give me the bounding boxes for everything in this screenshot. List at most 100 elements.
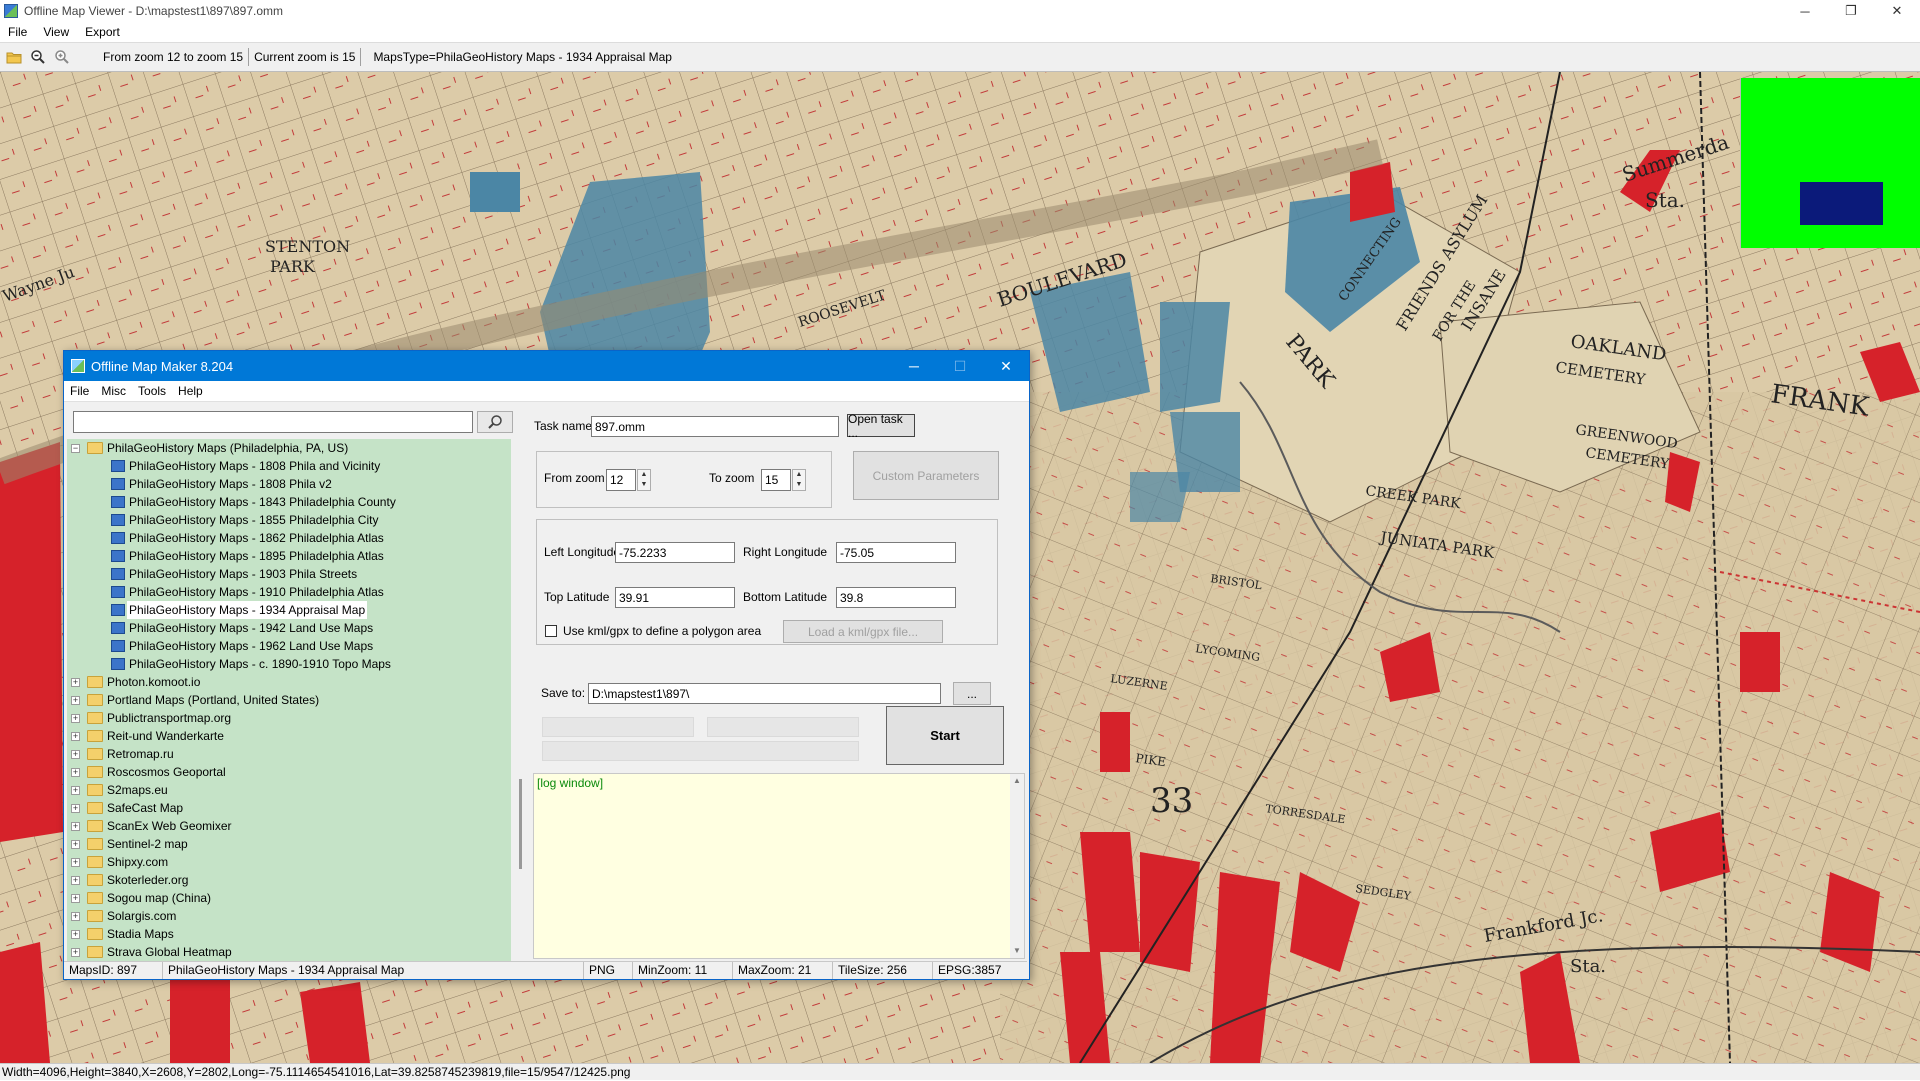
dialog-close-button[interactable]: ✕ bbox=[983, 351, 1029, 381]
dialog-menu-help[interactable]: Help bbox=[172, 384, 209, 398]
expand-icon[interactable]: + bbox=[71, 840, 80, 849]
tree-folder-item[interactable]: + Stadia Maps bbox=[67, 925, 511, 943]
expand-icon[interactable]: + bbox=[71, 804, 80, 813]
spin-up-icon[interactable]: ▲ bbox=[638, 470, 650, 480]
zoom-out-icon[interactable] bbox=[28, 47, 48, 67]
tree-folder-item[interactable]: + Retromap.ru bbox=[67, 745, 511, 763]
to-zoom-spinner[interactable]: 15 ▲ ▼ bbox=[761, 469, 807, 491]
kml-polygon-checkbox[interactable] bbox=[545, 625, 557, 637]
bottom-latitude-input[interactable] bbox=[836, 587, 956, 608]
dialog-minimize-button[interactable]: ─ bbox=[891, 351, 937, 381]
tree-folder-item[interactable]: − PhilaGeoHistory Maps (Philadelphia, PA,… bbox=[67, 439, 511, 457]
from-zoom-label: From zoom bbox=[544, 471, 605, 485]
tree-map-item[interactable]: PhilaGeoHistory Maps - 1910 Philadelphia… bbox=[67, 583, 511, 601]
scroll-up-icon[interactable]: ▲ bbox=[1010, 774, 1024, 788]
top-latitude-input[interactable] bbox=[615, 587, 735, 608]
expand-icon[interactable]: + bbox=[71, 858, 80, 867]
load-kml-button[interactable]: Load a kml/gpx file... bbox=[783, 620, 943, 643]
zoom-in-icon[interactable] bbox=[52, 47, 72, 67]
maps-tree[interactable]: − PhilaGeoHistory Maps (Philadelphia, PA,… bbox=[67, 439, 511, 961]
tree-folder-item[interactable]: + SafeCast Map bbox=[67, 799, 511, 817]
from-zoom-spinner[interactable]: 12 ▲ ▼ bbox=[606, 469, 652, 491]
tree-map-item[interactable]: PhilaGeoHistory Maps - 1962 Land Use Map… bbox=[67, 637, 511, 655]
restore-button[interactable]: ❐ bbox=[1828, 0, 1874, 22]
expand-icon[interactable]: + bbox=[71, 786, 80, 795]
log-window[interactable]: [log window] ▲ ▼ bbox=[533, 773, 1025, 959]
spin-down-icon[interactable]: ▼ bbox=[793, 480, 805, 490]
folder-icon bbox=[87, 676, 103, 688]
browse-button[interactable]: ... bbox=[953, 682, 991, 705]
tree-map-item[interactable]: PhilaGeoHistory Maps - 1862 Philadelphia… bbox=[67, 529, 511, 547]
search-button[interactable] bbox=[477, 411, 513, 433]
tree-map-item[interactable]: PhilaGeoHistory Maps - 1808 Phila v2 bbox=[67, 475, 511, 493]
close-button[interactable]: ✕ bbox=[1874, 0, 1920, 22]
from-zoom-arrows[interactable]: ▲ ▼ bbox=[637, 469, 651, 491]
expand-icon[interactable]: + bbox=[71, 930, 80, 939]
expand-icon[interactable]: + bbox=[71, 696, 80, 705]
tree-folder-item[interactable]: + Solargis.com bbox=[67, 907, 511, 925]
dialog-menu-tools[interactable]: Tools bbox=[132, 384, 172, 398]
tree-folder-item[interactable]: + Photon.komoot.io bbox=[67, 673, 511, 691]
tree-folder-item[interactable]: + Skoterleder.org bbox=[67, 871, 511, 889]
tree-folder-item[interactable]: + Sogou map (China) bbox=[67, 889, 511, 907]
expand-icon[interactable]: + bbox=[71, 768, 80, 777]
tree-map-item[interactable]: PhilaGeoHistory Maps - 1942 Land Use Map… bbox=[67, 619, 511, 637]
expand-icon[interactable]: + bbox=[71, 732, 80, 741]
expand-icon[interactable]: + bbox=[71, 894, 80, 903]
save-to-input[interactable] bbox=[588, 683, 941, 704]
tree-map-item[interactable]: PhilaGeoHistory Maps - 1934 Appraisal Ma… bbox=[67, 601, 511, 619]
minimap-viewport[interactable] bbox=[1800, 182, 1883, 225]
expand-icon[interactable]: + bbox=[71, 750, 80, 759]
tree-folder-item[interactable]: + Publictransportmap.org bbox=[67, 709, 511, 727]
start-button[interactable]: Start bbox=[886, 706, 1004, 765]
expand-icon[interactable]: + bbox=[71, 678, 80, 687]
custom-parameters-button[interactable]: Custom Parameters bbox=[853, 451, 999, 500]
log-scrollbar[interactable]: ▲ ▼ bbox=[1010, 774, 1024, 958]
menu-file[interactable]: File bbox=[0, 25, 35, 39]
tree-folder-item[interactable]: + Strava Global Heatmap bbox=[67, 943, 511, 961]
tree-map-item[interactable]: PhilaGeoHistory Maps - 1903 Phila Street… bbox=[67, 565, 511, 583]
menu-export[interactable]: Export bbox=[77, 25, 128, 39]
minimize-button[interactable]: ─ bbox=[1782, 0, 1828, 22]
tree-folder-item[interactable]: + ScanEx Web Geomixer bbox=[67, 817, 511, 835]
expand-icon[interactable]: + bbox=[71, 912, 80, 921]
minimap[interactable] bbox=[1740, 78, 1920, 248]
dialog-titlebar[interactable]: Offline Map Maker 8.204 ─ ☐ ✕ bbox=[64, 351, 1029, 381]
tree-folder-item[interactable]: + Portland Maps (Portland, United States) bbox=[67, 691, 511, 709]
to-zoom-value[interactable]: 15 bbox=[761, 469, 791, 491]
dialog-menu-file[interactable]: File bbox=[64, 384, 95, 398]
kml-polygon-label: Use kml/gpx to define a polygon area bbox=[563, 624, 762, 638]
tree-scrollbar[interactable] bbox=[518, 439, 524, 961]
open-task-button[interactable]: Open task ... bbox=[847, 412, 915, 440]
spin-up-icon[interactable]: ▲ bbox=[793, 470, 805, 480]
tree-item-label: PhilaGeoHistory Maps - c. 1890-1910 Topo… bbox=[129, 657, 391, 671]
tree-folder-item[interactable]: + Roscosmos Geoportal bbox=[67, 763, 511, 781]
to-zoom-arrows[interactable]: ▲ ▼ bbox=[792, 469, 806, 491]
expand-icon[interactable]: + bbox=[71, 822, 80, 831]
tree-folder-item[interactable]: + Reit-und Wanderkarte bbox=[67, 727, 511, 745]
tree-map-item[interactable]: PhilaGeoHistory Maps - 1895 Philadelphia… bbox=[67, 547, 511, 565]
tree-map-item[interactable]: PhilaGeoHistory Maps - 1855 Philadelphia… bbox=[67, 511, 511, 529]
menu-view[interactable]: View bbox=[35, 25, 77, 39]
tree-scroll-thumb[interactable] bbox=[519, 779, 522, 869]
expand-icon[interactable]: + bbox=[71, 948, 80, 957]
tree-folder-item[interactable]: + S2maps.eu bbox=[67, 781, 511, 799]
expand-icon[interactable]: + bbox=[71, 876, 80, 885]
scroll-down-icon[interactable]: ▼ bbox=[1010, 944, 1024, 958]
tree-folder-item[interactable]: + Shipxy.com bbox=[67, 853, 511, 871]
collapse-icon[interactable]: − bbox=[71, 444, 80, 453]
expand-icon[interactable]: + bbox=[71, 714, 80, 723]
task-name-input[interactable] bbox=[591, 416, 839, 437]
left-longitude-input[interactable] bbox=[615, 542, 735, 563]
dialog-menu-misc[interactable]: Misc bbox=[95, 384, 132, 398]
spin-down-icon[interactable]: ▼ bbox=[638, 480, 650, 490]
progress-bar-total bbox=[542, 741, 859, 761]
tree-map-item[interactable]: PhilaGeoHistory Maps - 1843 Philadelphia… bbox=[67, 493, 511, 511]
open-folder-icon[interactable] bbox=[4, 47, 24, 67]
right-longitude-input[interactable] bbox=[836, 542, 956, 563]
tree-folder-item[interactable]: + Sentinel-2 map bbox=[67, 835, 511, 853]
tree-map-item[interactable]: PhilaGeoHistory Maps - c. 1890-1910 Topo… bbox=[67, 655, 511, 673]
tree-map-item[interactable]: PhilaGeoHistory Maps - 1808 Phila and Vi… bbox=[67, 457, 511, 475]
search-input[interactable] bbox=[73, 411, 473, 433]
from-zoom-value[interactable]: 12 bbox=[606, 469, 636, 491]
